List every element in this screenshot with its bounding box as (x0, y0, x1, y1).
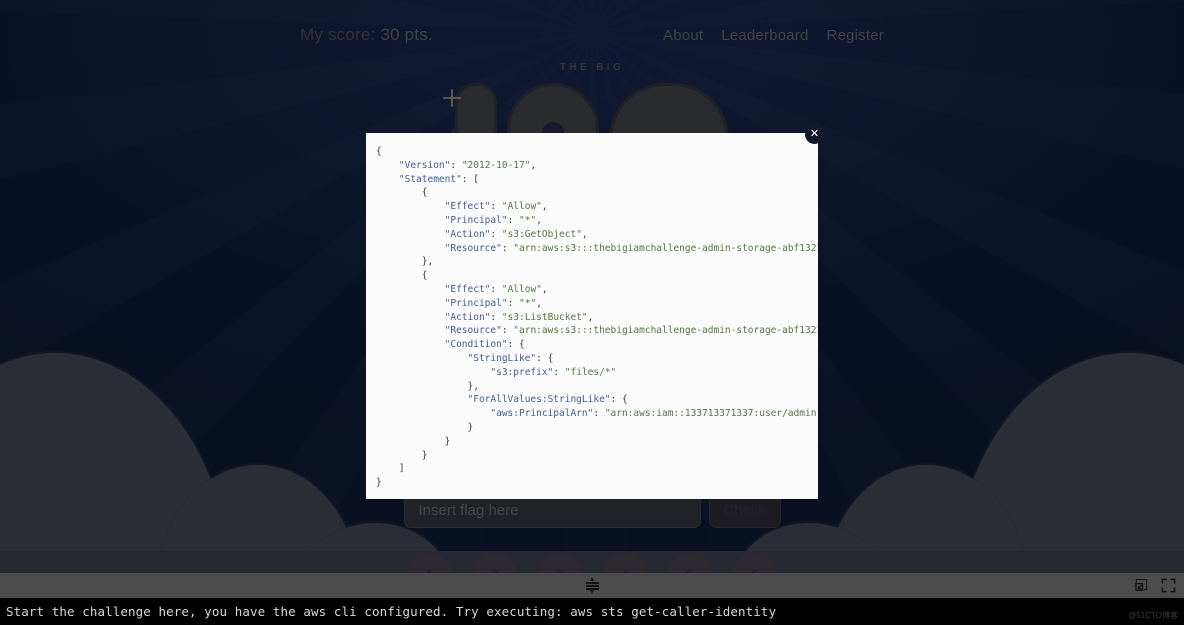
policy-json-line: "Condition": { (444, 339, 525, 351)
policy-json-line: } (376, 449, 428, 461)
policy-json-line: "Effect": "Allow", (444, 283, 548, 295)
policy-json-line: "Version": "2012-10-17", (398, 159, 537, 171)
terminal-output-line: Start the challenge here, you have the a… (6, 604, 777, 619)
drag-handle-icon[interactable] (585, 577, 599, 594)
policy-json-line: }, (376, 256, 434, 268)
policy-json-code: { "Version": "2012-10-17", "Statement": … (366, 133, 818, 490)
policy-json-line: "s3:prefix": "files/*" (490, 366, 617, 378)
policy-json-line: } (376, 435, 451, 447)
terminal-resize-bar[interactable] (0, 573, 1184, 598)
policy-json-line: ] (376, 463, 405, 475)
policy-json-line: { (376, 187, 428, 199)
policy-json-line: "Action": "s3:GetObject", (444, 228, 588, 240)
policy-json-line: "Resource": "arn:aws:s3:::thebigiamchall… (444, 242, 818, 254)
restore-down-icon[interactable] (1134, 578, 1149, 593)
policy-json-line: "Statement": [ (398, 173, 479, 185)
drag-handle-line-3 (585, 588, 599, 590)
policy-json-line: "aws:PrincipalArn": "arn:aws:iam::133713… (490, 408, 818, 420)
policy-json-line: } (376, 421, 474, 433)
policy-json-line: "StringLike": { (467, 352, 554, 364)
drag-handle-line-2 (585, 585, 599, 587)
policy-json-line: "Principal": "*", (444, 297, 542, 309)
policy-json-line: "ForAllValues:StringLike": { (467, 394, 628, 406)
page-root: My score: 30 pts. About Leaderboard Regi… (0, 0, 1184, 625)
policy-json-line: } (376, 477, 382, 489)
policy-json-line: "Resource": "arn:aws:s3:::thebigiamchall… (444, 325, 818, 337)
policy-json-line: "Action": "s3:ListBucket", (444, 311, 594, 323)
fullscreen-icon[interactable] (1161, 578, 1176, 593)
policy-modal: { "Version": "2012-10-17", "Statement": … (366, 133, 818, 499)
terminal-output-panel[interactable]: Start the challenge here, you have the a… (0, 598, 1184, 625)
watermark-label: @51CTO博客 (1128, 611, 1178, 620)
drag-handle-line-1 (585, 582, 599, 584)
policy-json-line: "Principal": "*", (444, 214, 542, 226)
policy-json-line: "Effect": "Allow", (444, 201, 548, 213)
policy-json-line: }, (376, 380, 479, 392)
policy-json-line: { (376, 146, 382, 157)
terminal-actions (1134, 573, 1176, 598)
policy-json-line: { (376, 270, 428, 282)
close-icon[interactable]: ✕ (805, 125, 824, 144)
